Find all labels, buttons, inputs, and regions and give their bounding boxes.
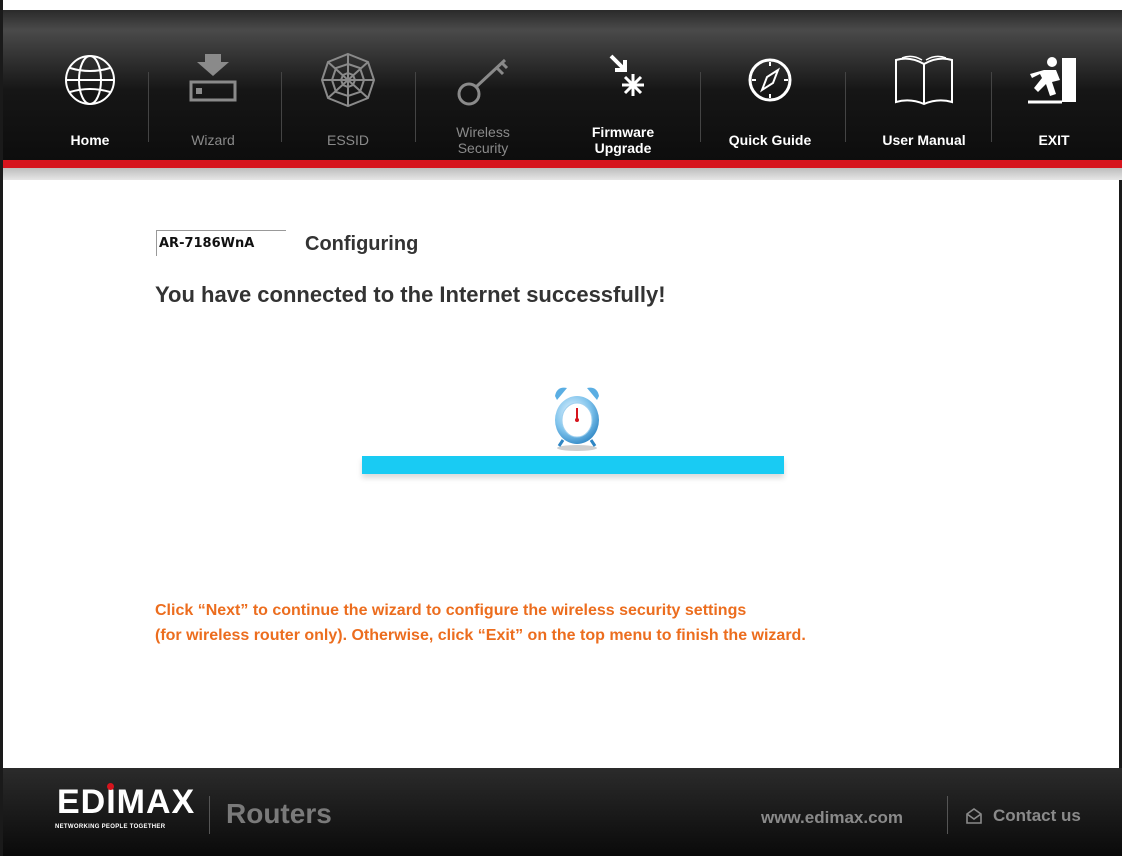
instruction-text: Click “Next” to continue the wizard to c… bbox=[155, 598, 806, 648]
top-nav: Home Wizard ESSID Wireless Security Firm… bbox=[3, 0, 1122, 160]
nav-quick-guide[interactable]: Quick Guide bbox=[715, 40, 825, 160]
firmware-icon bbox=[609, 54, 644, 96]
success-message: You have connected to the Internet succe… bbox=[155, 282, 666, 307]
contact-us-link[interactable]: Contact us bbox=[965, 806, 1081, 826]
accent-bar bbox=[3, 160, 1122, 168]
wizard-icon bbox=[189, 54, 237, 102]
globe-icon bbox=[65, 55, 115, 105]
footer-divider bbox=[947, 796, 948, 834]
progress-bar bbox=[362, 456, 784, 474]
nav-essid[interactable]: ESSID bbox=[308, 40, 388, 160]
key-icon bbox=[457, 58, 509, 106]
nav-divider bbox=[845, 72, 846, 142]
shadow-bar bbox=[3, 168, 1122, 180]
nav-firmware-label-line2: Upgrade bbox=[594, 140, 652, 156]
nav-divider bbox=[148, 72, 149, 142]
nav-wireless-security-label: Wireless Security bbox=[438, 124, 528, 156]
app-window: Home Wizard ESSID Wireless Security Firm… bbox=[0, 0, 1122, 856]
compass-icon bbox=[748, 58, 792, 102]
nav-essid-label: ESSID bbox=[326, 132, 369, 148]
nav-user-manual[interactable]: User Manual bbox=[865, 40, 983, 160]
product-label: Routers bbox=[226, 798, 332, 829]
footer-divider bbox=[209, 796, 210, 834]
nav-user-manual-label: User Manual bbox=[882, 132, 966, 148]
nav-wizard[interactable]: Wizard bbox=[173, 40, 253, 160]
nav-quick-guide-label: Quick Guide bbox=[728, 132, 812, 148]
logo-dot bbox=[107, 783, 114, 790]
nav-wizard-label: Wizard bbox=[191, 132, 235, 148]
model-name: AR-7186WnA bbox=[156, 230, 286, 256]
alarm-clock-icon bbox=[555, 387, 599, 451]
nav-wireless-security[interactable]: Wireless Security bbox=[438, 40, 528, 160]
edimax-logo[interactable]: EDIMAX bbox=[57, 785, 195, 819]
logo-tagline: NETWORKING PEOPLE TOGETHER bbox=[55, 824, 166, 830]
instruction-line-2: (for wireless router only). Otherwise, c… bbox=[155, 627, 806, 644]
nav-divider bbox=[281, 72, 282, 142]
envelope-icon bbox=[966, 808, 982, 824]
nav-home[interactable]: Home bbox=[55, 40, 125, 160]
nav-home-label: Home bbox=[70, 132, 110, 148]
nav-divider bbox=[700, 72, 701, 142]
nav-firmware-upgrade[interactable]: Firmware Upgrade bbox=[573, 40, 673, 160]
nav-wireless-label-line1: Wireless bbox=[456, 124, 510, 140]
status-label: Configuring bbox=[305, 233, 419, 255]
nav-divider bbox=[415, 72, 416, 142]
nav-divider bbox=[991, 72, 992, 142]
nav-exit[interactable]: EXIT bbox=[1013, 40, 1095, 160]
instruction-line-1: Click “Next” to continue the wizard to c… bbox=[155, 602, 747, 619]
contact-us-label: Contact us bbox=[993, 806, 1081, 825]
nav-firmware-upgrade-label: Firmware Upgrade bbox=[573, 124, 673, 156]
nav-exit-label: EXIT bbox=[1038, 132, 1070, 148]
book-icon bbox=[895, 55, 953, 106]
website-link[interactable]: www.edimax.com bbox=[761, 808, 903, 828]
progress-fill bbox=[362, 456, 784, 474]
exit-icon bbox=[1028, 57, 1076, 104]
nav-firmware-label-line1: Firmware bbox=[591, 124, 655, 140]
nav-wireless-label-line2: Security bbox=[457, 140, 509, 156]
web-icon bbox=[320, 52, 376, 108]
